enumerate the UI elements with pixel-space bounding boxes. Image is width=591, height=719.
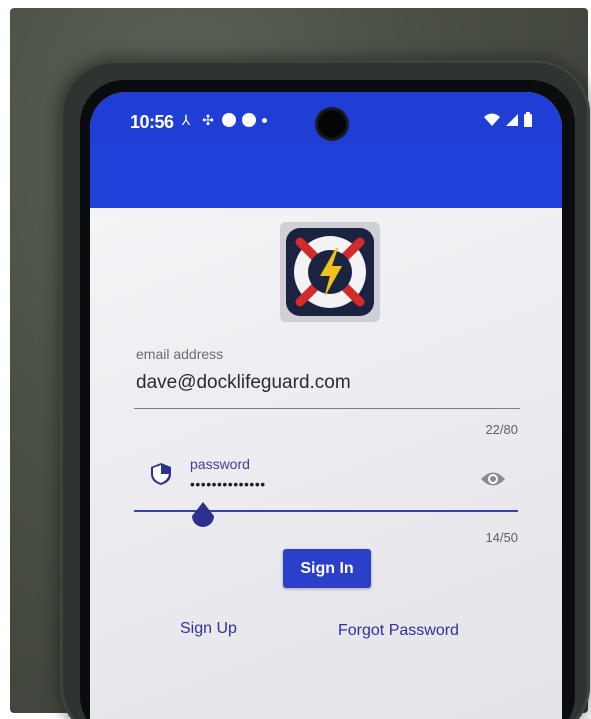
app-logo (280, 222, 380, 322)
spotify-icon (242, 113, 256, 127)
sign-up-link[interactable]: Sign Up (180, 620, 237, 638)
fan-icon: ✣ (202, 112, 214, 128)
app-bar (90, 144, 562, 208)
lightning-bolt-icon (286, 228, 374, 316)
sign-in-button[interactable]: Sign In (283, 549, 371, 588)
email-label: email address (136, 346, 224, 362)
forgot-password-link[interactable]: Forgot Password (338, 622, 459, 640)
system-icons (484, 112, 532, 127)
password-label: password (190, 456, 250, 472)
wifi-icon (484, 113, 500, 126)
status-bar: 10:56 ⅄ ✣ (90, 92, 562, 144)
email-input[interactable]: dave@docklifeguard.com (136, 372, 351, 394)
password-input[interactable]: •••••••••••••• (190, 476, 266, 492)
signal-icon (506, 113, 518, 126)
password-char-counter: 14/50 (485, 530, 518, 545)
app-icon (222, 113, 236, 127)
notification-icons: ⅄ ✣ (178, 112, 267, 128)
eye-icon[interactable] (480, 470, 506, 488)
text-cursor-handle[interactable] (190, 500, 216, 530)
dot-icon (262, 117, 267, 123)
status-time: 10:56 (130, 112, 174, 132)
running-icon: ⅄ (181, 112, 191, 128)
battery-icon (524, 112, 532, 127)
shield-icon (151, 463, 171, 485)
email-char-counter: 22/80 (485, 422, 518, 437)
login-content: email address dave@docklifeguard.com 22/… (90, 208, 562, 719)
email-underline (134, 408, 520, 409)
front-camera (318, 110, 346, 138)
phone-screen: 10:56 ⅄ ✣ email address dave@docklifegua… (90, 92, 562, 719)
